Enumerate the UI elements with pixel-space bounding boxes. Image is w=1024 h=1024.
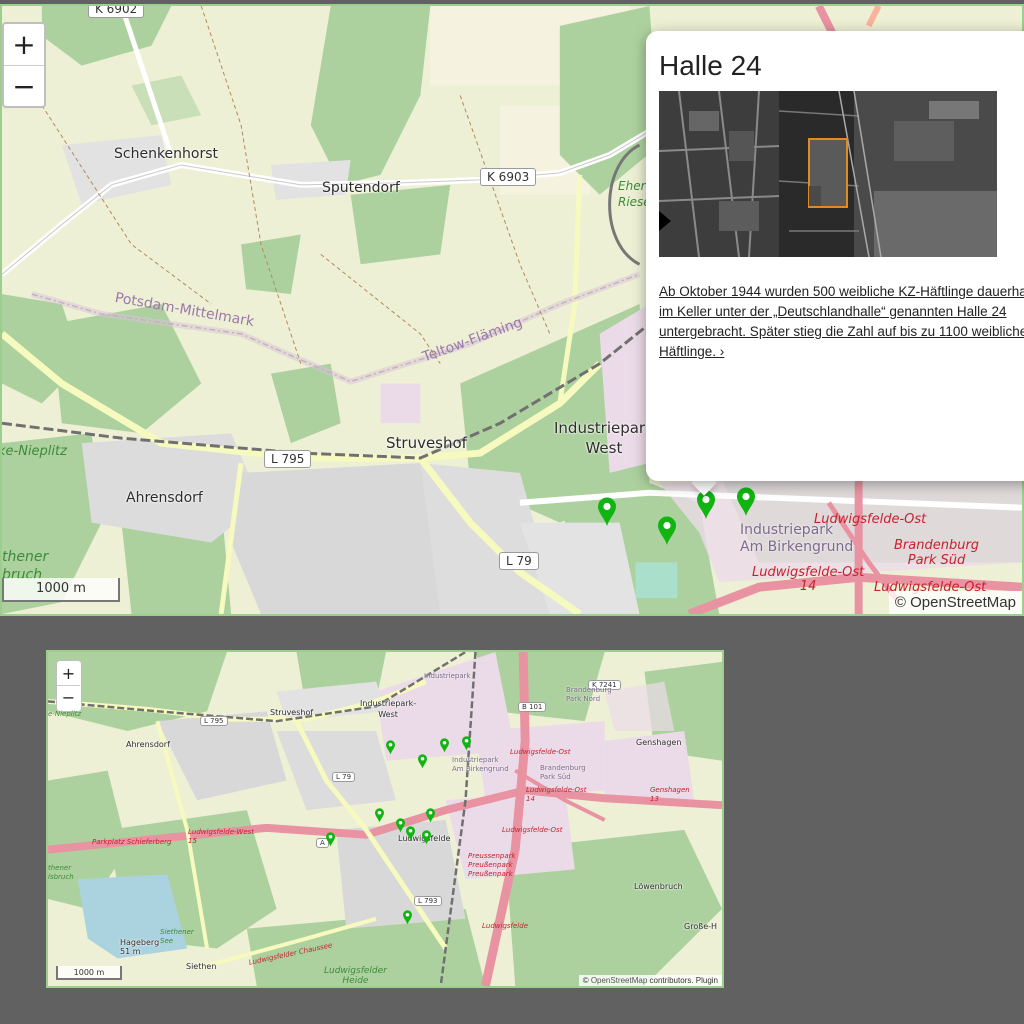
map-marker[interactable] (374, 808, 385, 823)
place-label-siethen: Siethen (186, 962, 217, 971)
zoom-control-overview: + − (56, 660, 82, 712)
map-marker[interactable] (439, 738, 450, 753)
industrial-label-birkengrund: Industriepark Am Birkengrund (740, 522, 854, 555)
place-label-industriepark-west: Industriepark West (554, 419, 654, 457)
zoom-out-button[interactable]: − (4, 65, 44, 106)
road-label-k6903: K 6903 (480, 168, 537, 186)
junction-label-genshagen-13: Genshagen 13 (650, 786, 690, 803)
map-attribution: © OpenStreetMap (888, 591, 1022, 614)
attribution-prefix: © (582, 976, 591, 985)
zoom-out-button[interactable]: − (57, 685, 80, 709)
map-marker[interactable] (417, 754, 428, 769)
nature-label-nieplitz: e-Nieplitz (48, 710, 82, 718)
map-marker[interactable] (461, 736, 472, 751)
map-overview[interactable]: + − e-Nieplitz L 795 Struveshof Industri… (46, 650, 724, 988)
map-marker[interactable] (657, 516, 677, 546)
place-label-lowenbruch: Löwenbruch (634, 882, 683, 891)
road-label-l795: L 795 (264, 450, 312, 468)
map-marker[interactable] (425, 808, 436, 823)
place-label-industriepark-west: Industriepark- West (360, 699, 417, 719)
scale-bar: 1000 m (2, 578, 120, 602)
popup-description-link[interactable]: Ab Oktober 1944 wurden 500 weibliche KZ-… (659, 282, 1024, 362)
zoom-in-button[interactable]: + (57, 661, 80, 685)
industrial-label-top: Industriepark (424, 672, 471, 680)
road-label-l79: L 79 (332, 772, 356, 782)
road-label-l79: L 79 (499, 552, 539, 570)
nature-label-nieplitz: ke-Nieplitz (0, 444, 67, 459)
industrial-label-birkengrund: Industriepark Am Birkengrund (452, 756, 509, 773)
marker-popup: Halle 24 Ab Oktober 1944 wurden 500 weib… (646, 31, 1024, 481)
junction-label-ludwigsfelde-ost: Ludwigsfelde-Ost (510, 748, 571, 756)
road-label-k6902: K 6902 (88, 6, 145, 18)
label-parkplatz: Parkplatz Schieferberg (92, 838, 172, 846)
label-ludwigsfelde-road: Ludwigsfelde (482, 922, 529, 930)
junction-label-ludwigsfelde-ost-14: Ludwigsfelde-Ost 14 (526, 786, 587, 803)
place-label-ahrensdorf: Ahrensdorf (126, 490, 203, 506)
map-marker[interactable] (736, 487, 756, 517)
place-label-struveshof: Struveshof (386, 434, 467, 452)
place-label-schenkenhorst: Schenkenhorst (114, 146, 219, 162)
industrial-label-park-sud: Brandenburg Park Süd (540, 764, 586, 781)
road-label-l793: L 793 (414, 896, 442, 906)
water-label-siethener-see: Siethener See (160, 928, 194, 945)
scale-bar-overview: 1000 m (56, 966, 122, 980)
map-attribution-overview: © OpenStreetMap contributors. Plugin (578, 975, 722, 986)
attribution-suffix: contributors. Plugin (647, 976, 718, 985)
map-marker[interactable] (325, 832, 336, 847)
map-marker[interactable] (597, 497, 617, 527)
label-preussenpark: Preussenpark Preußenpark Preußenpark (468, 852, 516, 878)
map-marker[interactable] (421, 830, 432, 845)
openstreetmap-link[interactable]: OpenStreetMap (591, 976, 647, 985)
map-marker-selected[interactable] (696, 490, 716, 520)
place-label-grosse-h: Große-H (684, 922, 718, 931)
nature-label-thener-bruch: thener lsbruch (48, 864, 74, 881)
junction-label-ludwigsfelde-west: Ludwigsfelde-West 15 (188, 828, 255, 845)
map-marker[interactable] (405, 826, 416, 841)
place-label-genshagen: Genshagen (636, 738, 682, 747)
nature-label-ludwigsfelder-heide: Ludwigsfelder Heide (324, 966, 387, 986)
junction-label-ludwigsfelde-ost-2: Ludwigsfelde-Ost (502, 826, 563, 834)
road-label-b101: B 101 (518, 702, 547, 712)
popup-title: Halle 24 (659, 50, 762, 81)
place-label-struveshof: Struveshof (270, 708, 314, 717)
road-label-l795: L 795 (200, 716, 228, 726)
junction-label-ludwigsfelde-ost: Ludwigsfelde-Ost (814, 512, 927, 527)
place-label-sputendorf: Sputendorf (322, 180, 400, 196)
zoom-in-button[interactable]: + (4, 24, 44, 65)
junction-label-ludwigsfelde-ost-14: Ludwigsfelde-Ost 14 (752, 565, 865, 594)
map-marker[interactable] (402, 910, 413, 925)
place-label-brandenburg-park-sud: Brandenburg Park Süd (894, 538, 980, 568)
map-marker[interactable] (385, 740, 396, 755)
zoom-control: + − (2, 22, 46, 108)
place-label-hageberg: Hageberg 51 m (120, 938, 160, 956)
industrial-label-park-nord: Brandenburg Park Nord (566, 686, 612, 703)
place-label-ahrensdorf: Ahrensdorf (126, 740, 170, 749)
aerial-photo (659, 91, 997, 257)
